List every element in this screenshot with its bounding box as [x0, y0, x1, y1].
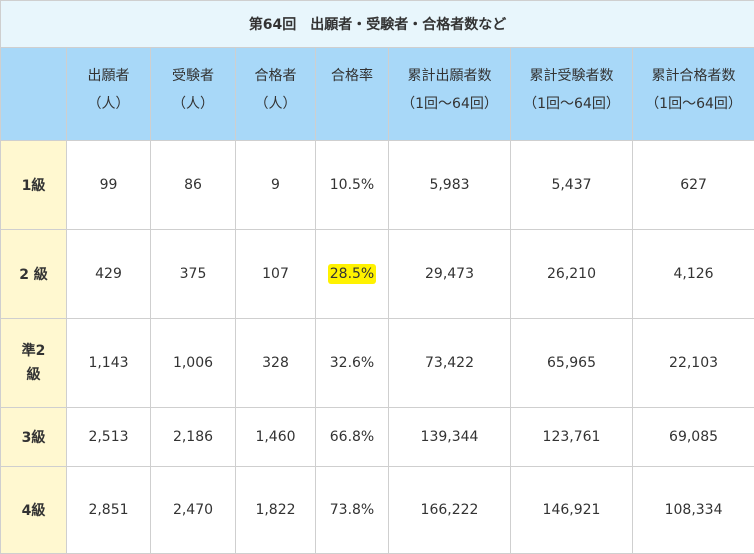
header-rate: 合格率	[316, 48, 389, 141]
cum-examinees-cell: 5,437	[511, 141, 633, 230]
cum-applicants-cell: 29,473	[389, 230, 511, 319]
rate-cell: 28.5%	[316, 230, 389, 319]
table-row: 1級 99 86 9 10.5% 5,983 5,437 627	[1, 141, 754, 230]
header-label: 累計出願者数	[389, 62, 510, 90]
applicants-cell: 429	[67, 230, 151, 319]
passed-cell: 9	[236, 141, 316, 230]
cum-applicants-cell: 5,983	[389, 141, 511, 230]
cum-passed-cell: 69,085	[633, 408, 754, 467]
header-label: 出願者	[67, 62, 150, 90]
header-cum-examinees: 累計受験者数（1回〜64回）	[511, 48, 633, 141]
cum-applicants-cell: 139,344	[389, 408, 511, 467]
header-label: 合格者	[236, 62, 315, 90]
table-row: 2 級 429 375 107 28.5% 29,473 26,210 4,12…	[1, 230, 754, 319]
table-row: 4級 2,851 2,470 1,822 73.8% 166,222 146,9…	[1, 467, 754, 554]
grade-cell: 2 級	[1, 230, 67, 319]
applicants-cell: 2,851	[67, 467, 151, 554]
header-cum-passed: 累計合格者数（1回〜64回）	[633, 48, 754, 141]
header-row: 出願者（人） 受験者（人） 合格者（人） 合格率 累計出願者数（1回〜64回） …	[1, 48, 754, 141]
cum-passed-cell: 22,103	[633, 319, 754, 408]
table-title: 第64回 出願者・受験者・合格者数など	[1, 1, 754, 48]
cum-applicants-cell: 166,222	[389, 467, 511, 554]
grade-cell: 1級	[1, 141, 67, 230]
applicants-cell: 99	[67, 141, 151, 230]
header-applicants: 出願者（人）	[67, 48, 151, 141]
examinees-cell: 375	[151, 230, 236, 319]
examinees-cell: 2,470	[151, 467, 236, 554]
applicants-cell: 2,513	[67, 408, 151, 467]
table-row: 準2級 1,143 1,006 328 32.6% 73,422 65,965 …	[1, 319, 754, 408]
cum-passed-cell: 108,334	[633, 467, 754, 554]
header-unit: （1回〜64回）	[389, 90, 510, 118]
title-row: 第64回 出願者・受験者・合格者数など	[1, 1, 754, 48]
grade-cell: 3級	[1, 408, 67, 467]
header-label: 累計合格者数	[633, 62, 754, 90]
header-examinees: 受験者（人）	[151, 48, 236, 141]
results-table: 第64回 出願者・受験者・合格者数など 出願者（人） 受験者（人） 合格者（人）…	[0, 0, 754, 554]
header-unit: （1回〜64回）	[633, 90, 754, 118]
applicants-cell: 1,143	[67, 319, 151, 408]
cum-passed-cell: 627	[633, 141, 754, 230]
cum-examinees-cell: 65,965	[511, 319, 633, 408]
cum-passed-cell: 4,126	[633, 230, 754, 319]
highlighted-rate: 28.5%	[328, 264, 376, 284]
header-unit: （1回〜64回）	[511, 90, 632, 118]
rate-cell: 10.5%	[316, 141, 389, 230]
corner-cell	[1, 48, 67, 141]
header-label: 合格率	[316, 62, 388, 90]
header-label: 累計受験者数	[511, 62, 632, 90]
cum-examinees-cell: 26,210	[511, 230, 633, 319]
examinees-cell: 86	[151, 141, 236, 230]
header-unit: （人）	[151, 90, 235, 118]
rate-cell: 66.8%	[316, 408, 389, 467]
header-unit: （人）	[67, 90, 150, 118]
passed-cell: 1,460	[236, 408, 316, 467]
cum-examinees-cell: 123,761	[511, 408, 633, 467]
passed-cell: 1,822	[236, 467, 316, 554]
grade-label: 準2	[1, 339, 66, 363]
grade-cell: 準2級	[1, 319, 67, 408]
passed-cell: 328	[236, 319, 316, 408]
cum-applicants-cell: 73,422	[389, 319, 511, 408]
grade-cell: 4級	[1, 467, 67, 554]
table-row: 3級 2,513 2,186 1,460 66.8% 139,344 123,7…	[1, 408, 754, 467]
grade-label-suffix: 級	[1, 363, 66, 387]
rate-cell: 73.8%	[316, 467, 389, 554]
rate-cell: 32.6%	[316, 319, 389, 408]
header-passed: 合格者（人）	[236, 48, 316, 141]
examinees-cell: 2,186	[151, 408, 236, 467]
cum-examinees-cell: 146,921	[511, 467, 633, 554]
passed-cell: 107	[236, 230, 316, 319]
header-cum-applicants: 累計出願者数（1回〜64回）	[389, 48, 511, 141]
header-label: 受験者	[151, 62, 235, 90]
header-unit: （人）	[236, 90, 315, 118]
examinees-cell: 1,006	[151, 319, 236, 408]
